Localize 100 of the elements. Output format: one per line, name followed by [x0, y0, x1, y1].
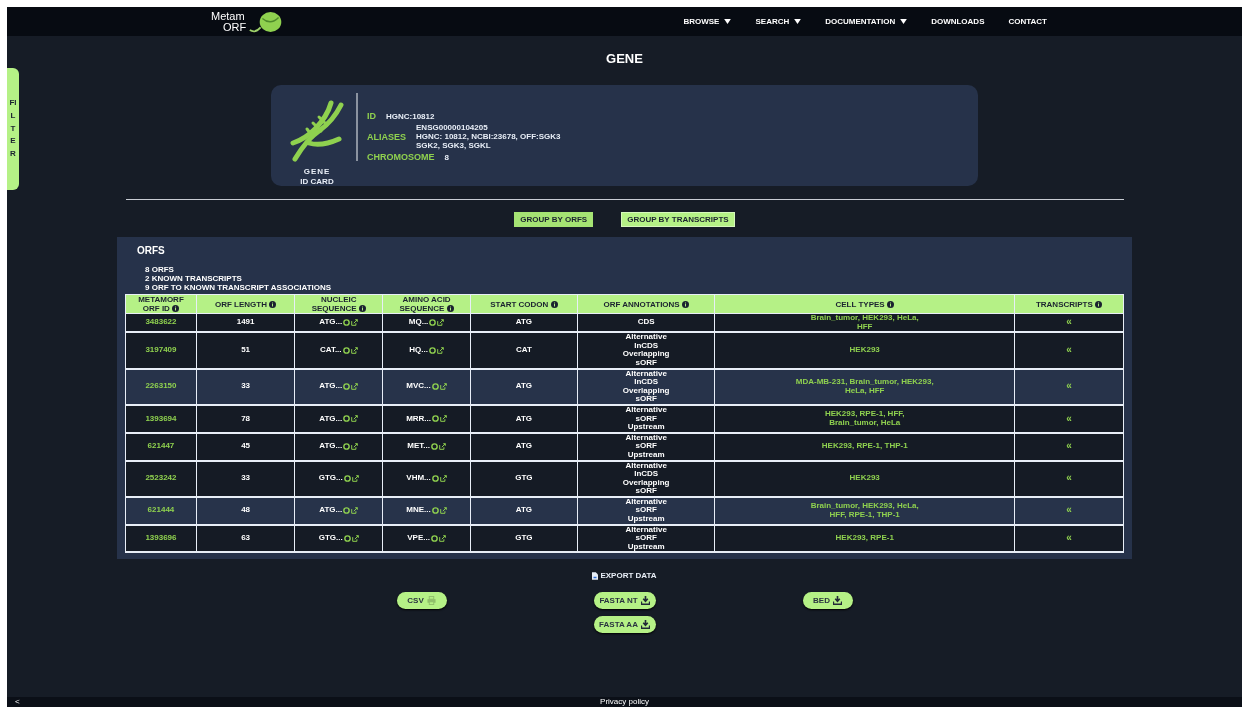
external-link-icon[interactable]: [351, 415, 359, 423]
table-cell[interactable]: 621444: [125, 496, 197, 525]
nav-link[interactable]: DOCUMENTATION: [825, 17, 908, 26]
export-button[interactable]: CSV: [396, 592, 447, 610]
external-link-icon[interactable]: [436, 346, 444, 354]
annotation-text: Alternative: [625, 525, 667, 535]
annotation-text: sORF: [635, 534, 657, 543]
cell-type-text: HEK293: [849, 346, 880, 355]
table-cell: 63: [196, 524, 295, 553]
nav-link[interactable]: CONTACT: [1008, 17, 1047, 26]
transcripts-toggle[interactable]: «: [1066, 344, 1072, 356]
external-link-icon[interactable]: [440, 415, 447, 423]
nav-link[interactable]: DOWNLOADS: [931, 17, 985, 26]
circle-icon[interactable]: [343, 319, 351, 327]
transcripts-toggle[interactable]: «: [1066, 472, 1072, 484]
column-header[interactable]: ORF ANNOTATIONS: [577, 294, 715, 314]
column-header[interactable]: START CODON: [470, 294, 578, 314]
table-cell: 33: [196, 460, 295, 497]
external-link-icon[interactable]: [439, 383, 447, 391]
nav-link[interactable]: SEARCH: [755, 17, 802, 26]
page-title: GENE: [606, 51, 643, 67]
info-icon[interactable]: [358, 305, 366, 313]
table-cell[interactable]: 621447: [125, 432, 197, 461]
group-button[interactable]: GROUP BY TRANSCRIPTS: [621, 212, 735, 227]
external-link-icon[interactable]: [351, 383, 359, 391]
annotation-text: Overlapping: [622, 478, 670, 487]
circle-icon[interactable]: [431, 383, 439, 391]
sequence-text: VPE...: [407, 534, 430, 543]
circle-icon[interactable]: [428, 346, 436, 354]
column-header[interactable]: ORF LENGTH: [196, 294, 295, 314]
export-button[interactable]: BED: [802, 592, 853, 610]
table-cell: 51: [196, 332, 295, 369]
table-cell: CAT: [470, 332, 578, 369]
external-link-icon[interactable]: [439, 475, 447, 483]
logo-text[interactable]: ORF: [211, 21, 247, 33]
info-icon[interactable]: [886, 300, 894, 308]
circle-icon[interactable]: [343, 443, 351, 451]
group-button[interactable]: GROUP BY ORFS: [514, 212, 594, 227]
circle-icon[interactable]: [343, 415, 351, 423]
table-cell[interactable]: 1393696: [125, 524, 197, 553]
field-value: HGNC:10812: [386, 111, 435, 121]
circle-icon[interactable]: [343, 507, 351, 515]
transcripts-toggle[interactable]: «: [1066, 316, 1072, 328]
table-cell[interactable]: 2523242: [125, 460, 197, 497]
logo-text[interactable]: Metam: [211, 10, 247, 22]
download-icon: [640, 596, 650, 606]
dropdown-caret-icon: [794, 19, 802, 24]
transcripts-toggle[interactable]: «: [1066, 380, 1072, 392]
circle-icon[interactable]: [430, 535, 438, 543]
column-header[interactable]: CELL TYPES: [714, 294, 1015, 314]
section-title: ORFS: [137, 245, 166, 257]
circle-icon[interactable]: [432, 415, 439, 423]
circle-icon[interactable]: [343, 535, 351, 543]
external-link-icon[interactable]: [439, 507, 447, 515]
info-icon[interactable]: [446, 305, 454, 313]
external-link-icon[interactable]: [437, 319, 445, 327]
table-cell[interactable]: 2263150: [125, 368, 197, 405]
circle-icon[interactable]: [343, 475, 351, 483]
column-header[interactable]: AMINO ACID SEQUENCE: [382, 294, 471, 314]
back-arrow[interactable]: <: [15, 697, 20, 707]
transcripts-toggle[interactable]: «: [1066, 504, 1072, 516]
info-icon[interactable]: [172, 305, 180, 313]
table-cell[interactable]: 1393694: [125, 404, 197, 433]
table-cell[interactable]: 3197409: [125, 332, 197, 369]
info-icon[interactable]: [1095, 300, 1103, 308]
export-button[interactable]: FASTA AA: [593, 616, 656, 634]
transcripts-toggle[interactable]: «: [1066, 440, 1072, 452]
circle-icon[interactable]: [430, 443, 438, 451]
circle-icon[interactable]: [342, 346, 350, 354]
circle-icon[interactable]: [429, 319, 437, 327]
summary-text: 8 ORFS: [145, 265, 175, 274]
field-label: CHROMOSOME: [367, 152, 435, 162]
external-link-icon[interactable]: [351, 319, 359, 327]
filter-tab[interactable]: FILTER: [7, 68, 19, 190]
circle-icon[interactable]: [431, 507, 439, 515]
circle-icon[interactable]: [431, 475, 439, 483]
external-link-icon[interactable]: [351, 443, 359, 451]
annotation-text: Alternative: [625, 461, 667, 471]
info-icon[interactable]: [269, 300, 277, 308]
external-link-icon[interactable]: [351, 507, 359, 515]
transcripts-toggle[interactable]: «: [1066, 532, 1072, 544]
external-link-icon[interactable]: [350, 346, 358, 354]
column-header[interactable]: METAMORF ORF ID: [125, 294, 197, 314]
nav-link[interactable]: BROWSE: [683, 17, 732, 26]
external-link-icon[interactable]: [438, 535, 446, 543]
cell-type-text: HFF: [856, 322, 873, 332]
table-cell: GTG: [470, 460, 578, 497]
circle-icon[interactable]: [343, 383, 351, 391]
external-link-icon[interactable]: [351, 535, 359, 543]
cell-type-text: Brain_tumor, HEK293, HeLa,: [810, 502, 919, 511]
column-header[interactable]: NUCLEIC SEQUENCE: [294, 294, 383, 314]
sequence-text: MVC...: [406, 382, 431, 392]
info-icon[interactable]: [550, 300, 558, 308]
column-header[interactable]: TRANSCRIPTS: [1014, 294, 1124, 314]
export-button[interactable]: FASTA NT: [593, 592, 656, 610]
external-link-icon[interactable]: [351, 475, 359, 483]
info-icon[interactable]: [681, 300, 689, 308]
transcripts-toggle[interactable]: «: [1066, 412, 1072, 424]
external-link-icon[interactable]: [438, 443, 446, 451]
privacy-policy-link[interactable]: Privacy policy: [600, 697, 649, 707]
